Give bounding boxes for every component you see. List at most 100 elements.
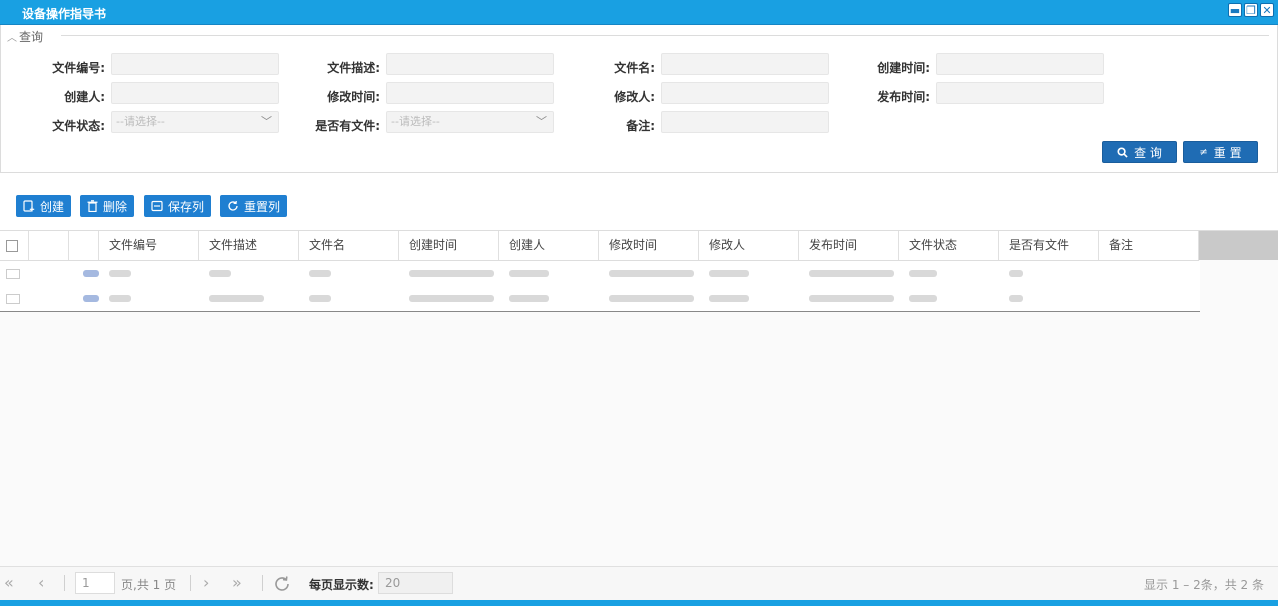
- obscured-cell: [1009, 295, 1023, 302]
- column-header-file-name[interactable]: 文件名: [299, 231, 399, 260]
- field-label-has-file: 是否有文件:: [315, 119, 380, 133]
- obscured-cell: [1009, 270, 1023, 277]
- field-label-create-time: 创建时间:: [877, 61, 930, 75]
- column-header-file-status[interactable]: 文件状态: [899, 231, 999, 260]
- obscured-cell: [609, 295, 694, 302]
- reset-columns-button[interactable]: 重置列: [220, 195, 288, 217]
- first-page-icon[interactable]: «: [4, 573, 14, 592]
- window-bottom-border: [0, 600, 1278, 606]
- table-row[interactable]: [0, 286, 1200, 312]
- obscured-cell: [309, 270, 331, 277]
- grid-header-filler: [1199, 231, 1278, 260]
- restore-icon[interactable]: ❐: [1244, 3, 1258, 17]
- row-checkbox[interactable]: [6, 268, 20, 279]
- column-header-file-desc[interactable]: 文件描述: [199, 231, 299, 260]
- save-icon: [151, 200, 163, 212]
- obscured-cell: [809, 270, 894, 277]
- obscured-cell: [709, 295, 749, 302]
- modify-time-input[interactable]: [386, 82, 554, 104]
- column-header-modifier[interactable]: 修改人: [699, 231, 799, 260]
- page-size-label: 每页显示数:: [309, 578, 374, 592]
- create-button[interactable]: 创建: [16, 195, 72, 217]
- query-panel: ︿ 查询 文件编号: 文件描述: 文件名: 创建时间: 创建人: 修改时间: 修…: [0, 25, 1278, 173]
- column-header-publish-time[interactable]: 发布时间: [799, 231, 899, 260]
- search-button-label: 查 询: [1134, 145, 1162, 160]
- grid-header-action: [69, 231, 99, 260]
- window-title: 设备操作指导书: [22, 7, 107, 21]
- column-header-has-file[interactable]: 是否有文件: [999, 231, 1099, 260]
- row-link-obscured[interactable]: [83, 270, 99, 277]
- obscured-cell: [109, 270, 131, 277]
- obscured-cell: [209, 295, 264, 302]
- field-label-creator: 创建人:: [64, 90, 105, 104]
- page-size-input[interactable]: 20: [378, 572, 453, 594]
- add-file-icon: [23, 200, 35, 212]
- prev-page-icon[interactable]: ‹: [38, 573, 44, 592]
- chevron-up-icon: ︿: [7, 33, 17, 44]
- obscured-cell: [509, 270, 549, 277]
- table-row[interactable]: [0, 261, 1200, 287]
- create-time-input[interactable]: [936, 53, 1104, 75]
- file-status-select[interactable]: --请选择-- ﹀: [111, 111, 279, 133]
- select-all-checkbox[interactable]: [6, 239, 18, 252]
- delete-button[interactable]: 删除: [80, 195, 135, 217]
- column-header-creator[interactable]: 创建人: [499, 231, 599, 260]
- remark-input[interactable]: [661, 111, 829, 133]
- field-label-file-status: 文件状态:: [52, 119, 105, 133]
- column-header-create-time[interactable]: 创建时间: [399, 231, 499, 260]
- record-summary: 显示 1 – 2条，共 2 条: [1144, 578, 1264, 592]
- reset-button-label: 重 置: [1213, 145, 1242, 160]
- save-columns-button[interactable]: 保存列: [144, 195, 212, 217]
- column-header-modify-time[interactable]: 修改时间: [599, 231, 699, 260]
- field-label-file-no: 文件编号:: [52, 61, 105, 75]
- row-checkbox[interactable]: [6, 293, 20, 304]
- field-label-remark: 备注:: [626, 119, 655, 133]
- data-grid: 文件编号 文件描述 文件名 创建时间 创建人 修改时间 修改人 发布时间 文件状…: [0, 230, 1278, 566]
- file-name-input[interactable]: [661, 53, 829, 75]
- query-legend-label: 查询: [19, 30, 44, 44]
- file-no-input[interactable]: [111, 53, 279, 75]
- publish-time-input[interactable]: [936, 82, 1104, 104]
- creator-input[interactable]: [111, 82, 279, 104]
- column-header-remark[interactable]: 备注: [1099, 231, 1199, 260]
- delete-button-label: 删除: [103, 199, 128, 214]
- field-label-modify-time: 修改时间:: [327, 90, 380, 104]
- save-columns-label: 保存列: [168, 199, 205, 214]
- trash-icon: [87, 200, 98, 212]
- search-button[interactable]: 查 询: [1102, 141, 1177, 163]
- window-titlebar: 设备操作指导书 ▬ ❐ ✕: [0, 0, 1278, 25]
- field-label-modifier: 修改人:: [614, 90, 655, 104]
- refresh-icon[interactable]: [273, 575, 291, 593]
- page-number-input[interactable]: 1: [75, 572, 115, 594]
- select-all-checkbox-cell[interactable]: [0, 231, 29, 260]
- obscured-cell: [409, 270, 494, 277]
- next-page-icon[interactable]: ›: [203, 573, 209, 592]
- query-legend[interactable]: ︿ 查询: [7, 28, 48, 45]
- has-file-select[interactable]: --请选择-- ﹀: [386, 111, 554, 133]
- row-link-obscured[interactable]: [83, 295, 99, 302]
- close-icon[interactable]: ✕: [1260, 3, 1274, 17]
- chevron-down-icon: ﹀: [536, 115, 547, 128]
- reset-button[interactable]: ≠ 重 置: [1183, 141, 1258, 163]
- minimize-icon[interactable]: ▬: [1228, 3, 1242, 17]
- obscured-cell: [909, 295, 937, 302]
- refresh-icon: [228, 200, 238, 211]
- create-button-label: 创建: [40, 199, 65, 214]
- obscured-cell: [309, 295, 331, 302]
- obscured-cell: [709, 270, 749, 277]
- obscured-cell: [109, 295, 131, 302]
- has-file-value: --请选择--: [391, 115, 440, 128]
- chevron-down-icon: ﹀: [261, 115, 272, 128]
- obscured-cell: [409, 295, 494, 302]
- grid-header: 文件编号 文件描述 文件名 创建时间 创建人 修改时间 修改人 发布时间 文件状…: [0, 231, 1199, 261]
- field-label-file-name: 文件名:: [614, 61, 655, 75]
- column-header-file-no[interactable]: 文件编号: [99, 231, 199, 260]
- obscured-cell: [809, 295, 894, 302]
- pager-separator: [190, 575, 191, 591]
- pagination-bar: « ‹ 1 页,共 1 页 › » 每页显示数: 20 显示 1 – 2条，共 …: [0, 566, 1278, 601]
- modifier-input[interactable]: [661, 82, 829, 104]
- reset-icon: ≠: [1199, 146, 1208, 158]
- grid-header-index: [29, 231, 69, 260]
- file-desc-input[interactable]: [386, 53, 554, 75]
- last-page-icon[interactable]: »: [232, 573, 242, 592]
